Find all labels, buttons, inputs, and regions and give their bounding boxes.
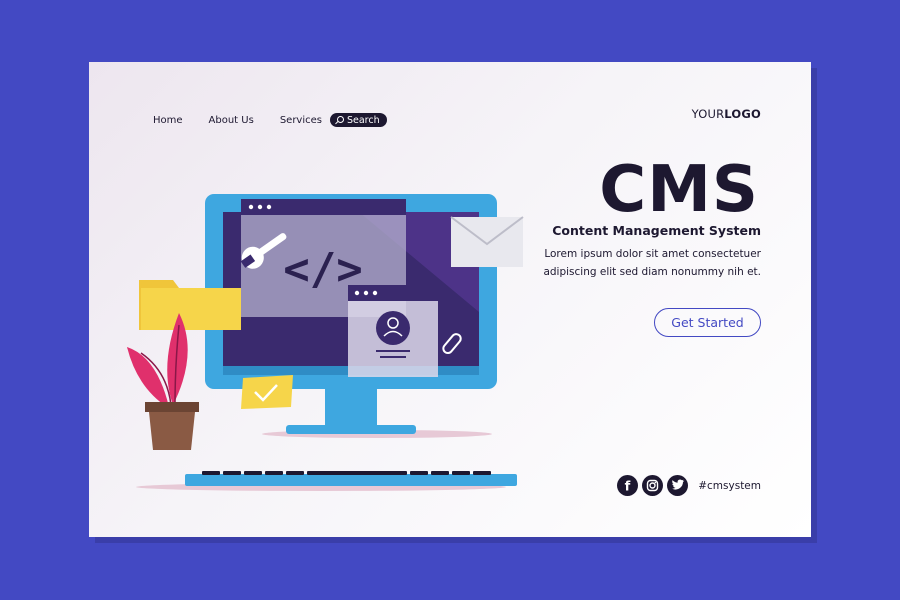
cms-illustration: </>: [127, 194, 524, 491]
hero-title: CMS: [599, 153, 759, 227]
logo-part-2: LOGO: [724, 107, 761, 121]
nav-services-link[interactable]: Services: [280, 115, 322, 126]
hero-subtitle: Content Management System: [552, 223, 761, 238]
social-links: f #cmsystem: [617, 475, 761, 496]
user-avatar-icon: [376, 311, 410, 345]
monitor-base: [286, 425, 416, 434]
search-button[interactable]: Search: [329, 113, 387, 127]
search-label: Search: [346, 114, 380, 126]
get-started-button[interactable]: Get Started: [654, 308, 761, 337]
sticky-note-icon: [241, 375, 293, 409]
hero-description: Lorem ipsum dolor sit amet consectetuer …: [543, 248, 761, 278]
top-nav: Home About Us Services Search: [153, 113, 387, 127]
landing-card: </> Home About Us Services Search YOURLO…: [89, 62, 811, 537]
nav-about-link[interactable]: About Us: [209, 115, 254, 126]
twitter-icon[interactable]: [667, 475, 689, 496]
logo-part-1: YOUR: [691, 107, 725, 121]
facebook-icon[interactable]: f: [617, 475, 639, 496]
instagram-icon[interactable]: [642, 475, 664, 496]
keyboard: [185, 471, 517, 486]
search-icon: [335, 115, 344, 125]
brand-logo[interactable]: YOURLOGO: [692, 107, 761, 121]
nav-home-link[interactable]: Home: [153, 115, 183, 126]
monitor-neck: [325, 387, 377, 427]
plant-icon: [127, 313, 199, 450]
svg-text:f: f: [625, 480, 631, 495]
hashtag-text: #cmsystem: [698, 479, 761, 492]
